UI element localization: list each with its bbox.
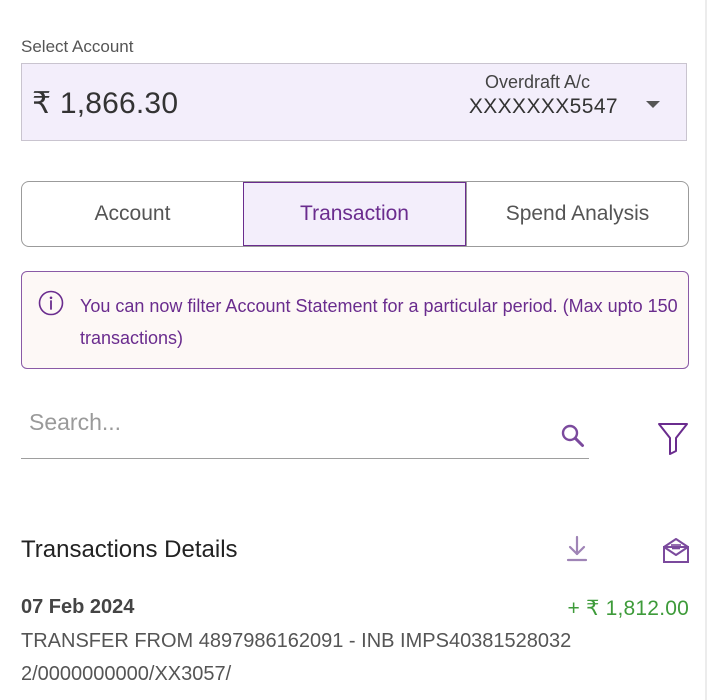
transaction-date: 07 Feb 2024 [21,596,135,618]
account-type: Overdraft A/c [484,72,590,92]
info-banner: You can now filter Account Statement for… [21,271,689,369]
search-bar [21,398,589,459]
transactions-title: Transactions Details [21,536,238,563]
search-icon[interactable] [559,422,587,450]
transaction-description: TRANSFER FROM 4897986162091 - INB IMPS40… [21,630,572,685]
download-icon[interactable] [563,534,591,564]
filter-icon[interactable] [656,420,690,456]
account-selector[interactable]: ₹ 1,866.30 Overdraft A/c XXXXXXX5547 [21,63,687,141]
tab-transaction[interactable]: Transaction [243,182,466,246]
tab-bar: Account Transaction Spend Analysis [21,181,689,247]
email-icon[interactable] [661,535,691,565]
dropdown-arrow-icon[interactable] [646,101,660,108]
account-number: XXXXXXX5547 [468,95,618,118]
transaction-amount: + ₹ 1,812.00 [567,597,689,620]
search-input[interactable] [21,398,549,446]
select-account-label: Select Account [21,37,134,56]
tab-account[interactable]: Account [22,182,243,246]
info-banner-text: You can now filter Account Statement for… [80,296,678,348]
tab-spend-analysis[interactable]: Spend Analysis [466,182,688,246]
account-balance: ₹ 1,866.30 [32,87,179,120]
info-icon [38,290,64,316]
statement-screen: Select Account ₹ 1,866.30 Overdraft A/c … [0,0,707,700]
